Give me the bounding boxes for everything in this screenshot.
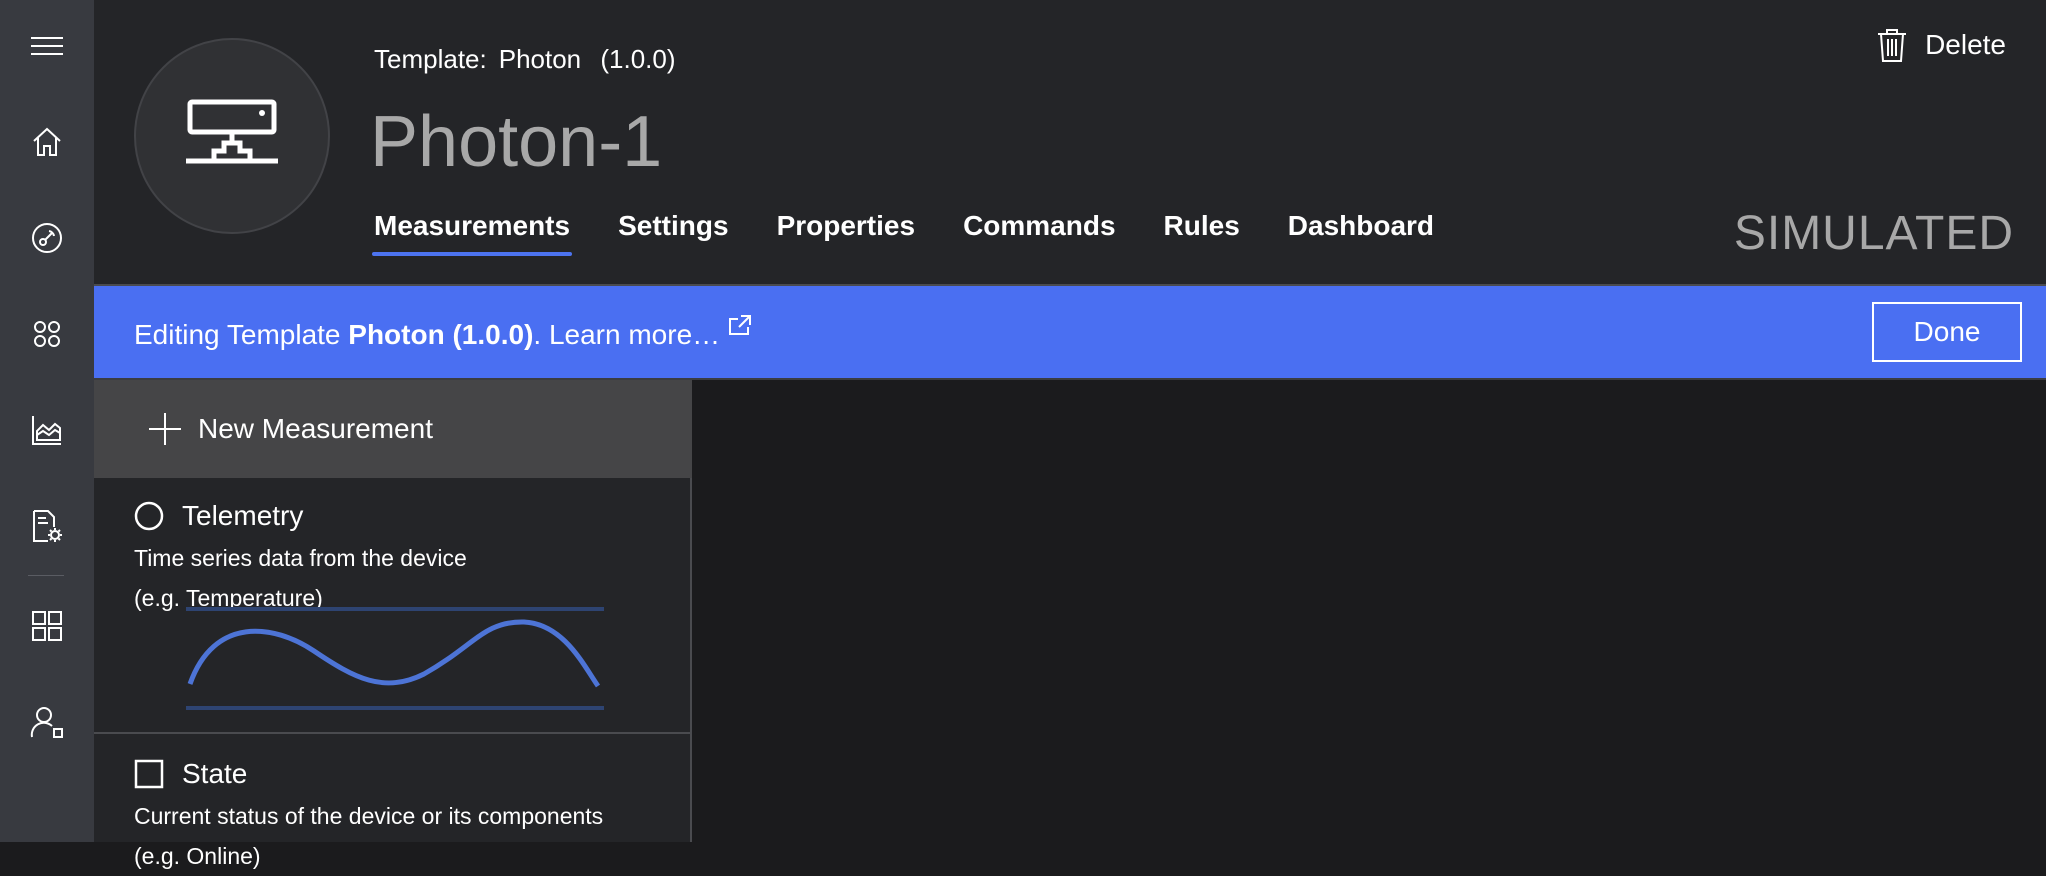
measurement-details-area	[692, 380, 2046, 842]
tab-commands[interactable]: Commands	[961, 210, 1117, 262]
home-icon	[33, 127, 61, 156]
device-name: Photon-1	[370, 102, 663, 182]
device-sets-icon	[34, 321, 60, 347]
left-nav-rail	[0, 0, 94, 842]
state-desc-line-1: Current status of the device or its comp…	[134, 803, 604, 829]
simulated-status: SIMULATED	[1733, 207, 2014, 260]
template-version: (1.0.0)	[600, 44, 676, 74]
jobs-icon	[33, 510, 62, 542]
device-icon	[186, 99, 278, 164]
nav-app-builder[interactable]	[0, 596, 94, 656]
menu-button[interactable]	[0, 16, 94, 76]
new-measurement-label: New Measurement	[198, 413, 433, 444]
nav-device-sets[interactable]	[0, 304, 94, 364]
state-card[interactable]: State Current status of the device or it…	[94, 736, 690, 869]
done-button[interactable]: Done	[1872, 302, 2022, 362]
device-header: Template: Photon (1.0.0) Photon-1 Measure…	[94, 0, 2046, 286]
telemetry-wave-illustration	[186, 607, 604, 710]
tab-dashboard[interactable]: Dashboard	[1286, 210, 1436, 262]
nav-home[interactable]	[0, 112, 94, 172]
telemetry-circle-icon	[134, 501, 164, 531]
state-desc-line-2: (e.g. Online)	[134, 843, 261, 869]
new-measurement-button[interactable]: New Measurement	[94, 380, 692, 478]
nav-device-explorer[interactable]	[0, 208, 94, 268]
app-builder-icon	[32, 611, 62, 641]
tab-bar: Measurements Settings Properties Command…	[372, 210, 1480, 262]
tab-measurements[interactable]: Measurements	[372, 210, 573, 262]
banner-text: Editing Template Photon (1.0.0). Learn m…	[134, 314, 752, 351]
analytics-icon	[32, 416, 61, 445]
banner-template-name: Photon (1.0.0)	[348, 319, 534, 350]
tab-settings[interactable]: Settings	[616, 210, 730, 262]
trash-icon	[1878, 29, 1907, 62]
nav-jobs[interactable]	[0, 496, 94, 556]
template-label: Template:	[374, 44, 487, 74]
state-title-text: State	[182, 758, 248, 789]
template-info: Template: Photon (1.0.0)	[374, 44, 688, 75]
state-title: State	[134, 758, 690, 790]
measurement-panel: New Measurement Telemetry Time series da…	[94, 380, 692, 869]
tab-properties[interactable]: Properties	[775, 210, 918, 262]
plus-icon	[149, 413, 181, 445]
template-name: Photon	[498, 44, 582, 74]
administration-icon	[30, 707, 63, 738]
telemetry-title: Telemetry	[134, 500, 690, 532]
learn-more-link[interactable]: . Learn more…	[533, 319, 720, 350]
nav-analytics[interactable]	[0, 400, 94, 460]
telemetry-title-text: Telemetry	[182, 500, 304, 531]
nav-administration[interactable]	[0, 692, 94, 752]
external-link-icon[interactable]	[728, 314, 752, 338]
banner-prefix: Editing Template	[134, 319, 349, 350]
nav-divider	[28, 575, 64, 576]
editing-template-banner: Editing Template Photon (1.0.0). Learn m…	[94, 286, 2046, 380]
state-square-icon	[134, 759, 164, 789]
telemetry-desc-line-1: Time series data from the device	[134, 545, 467, 571]
delete-label: Delete	[1925, 29, 2006, 60]
telemetry-card[interactable]: Telemetry Time series data from the devi…	[94, 478, 690, 734]
menu-icon	[31, 37, 63, 55]
delete-button[interactable]: Delete	[1877, 28, 2006, 62]
state-description: Current status of the device or its comp…	[134, 796, 690, 876]
tab-rules[interactable]: Rules	[1162, 210, 1242, 262]
device-avatar	[134, 38, 330, 234]
device-explorer-icon	[32, 223, 62, 253]
